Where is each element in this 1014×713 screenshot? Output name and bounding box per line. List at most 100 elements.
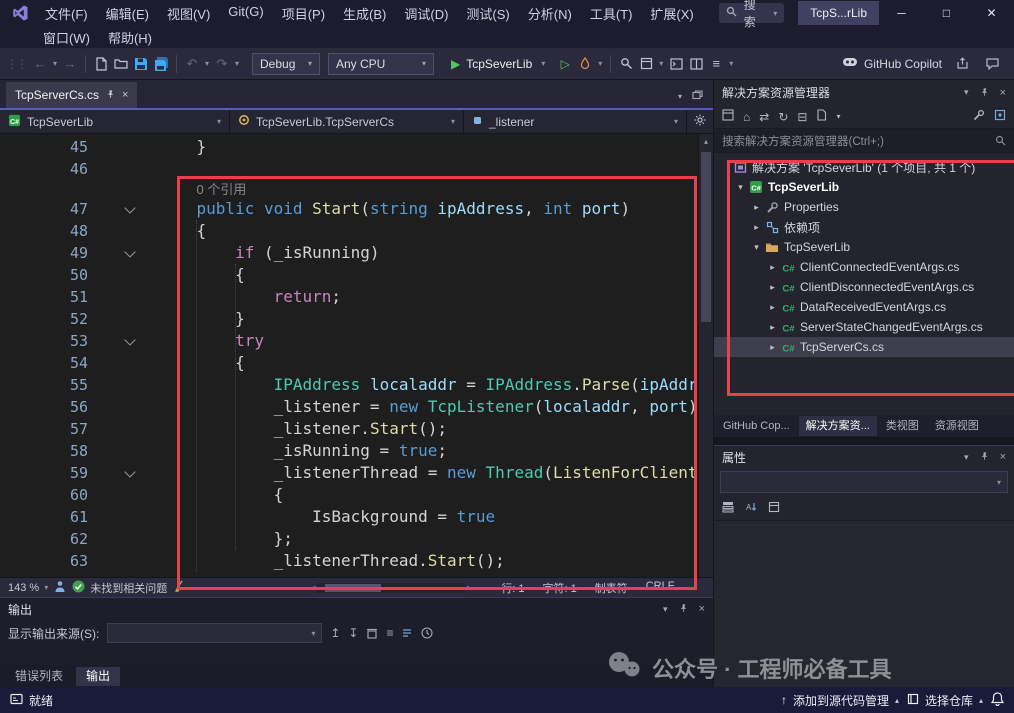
- navigate-forward-icon[interactable]: →: [60, 53, 80, 75]
- code-line[interactable]: 55 IPAddress localaddr = IPAddress.Parse…: [0, 374, 699, 396]
- redo-icon[interactable]: ↷: [212, 53, 232, 75]
- collapse-all-icon[interactable]: ⊟: [797, 110, 807, 124]
- scroll-up-arrow-icon[interactable]: ▴: [699, 134, 713, 148]
- output-source-dropdown[interactable]: ▾: [107, 623, 322, 643]
- menu-item[interactable]: 分析(N): [519, 4, 581, 23]
- panel-splitter[interactable]: [714, 437, 1014, 445]
- switch-views-icon[interactable]: [722, 109, 734, 124]
- code-line[interactable]: 63 _listenerThread.Start();: [0, 550, 699, 572]
- tree-item[interactable]: ▸C#ClientConnectedEventArgs.cs: [714, 257, 1014, 277]
- chevron-collapsed-icon[interactable]: ▸: [750, 202, 763, 213]
- categorized-icon[interactable]: [722, 501, 734, 516]
- maximize-button[interactable]: □: [924, 0, 969, 26]
- code-cleanup-broom-icon[interactable]: [173, 580, 185, 596]
- menu-item[interactable]: 窗口(W): [34, 28, 99, 47]
- solution-explorer-icon[interactable]: [636, 53, 656, 75]
- chevron-collapsed-icon[interactable]: ▸: [766, 322, 779, 333]
- chevron-down-icon[interactable]: ▾: [50, 59, 60, 68]
- chevron-down-icon[interactable]: ▾: [595, 59, 605, 68]
- home-icon[interactable]: ⌂: [743, 110, 750, 124]
- tree-item[interactable]: ▸依赖项: [714, 217, 1014, 237]
- fold-chevron-icon[interactable]: [124, 202, 135, 213]
- pin-icon[interactable]: [679, 603, 688, 615]
- live-share-icon[interactable]: [54, 580, 66, 596]
- code-line[interactable]: 48 {: [0, 220, 699, 242]
- scroll-right-arrow-icon[interactable]: ▸: [467, 583, 471, 592]
- chevron-down-icon[interactable]: ▾: [836, 112, 840, 121]
- tree-item[interactable]: ▸C#ClientDisconnectedEventArgs.cs: [714, 277, 1014, 297]
- navigate-back-icon[interactable]: ←: [30, 53, 50, 75]
- notifications-bell-icon[interactable]: [991, 692, 1004, 709]
- pin-icon[interactable]: [106, 88, 115, 102]
- tool-window-tab[interactable]: GitHub Cop...: [716, 416, 797, 436]
- code-line[interactable]: 47 public void Start(string ipAddress, i…: [0, 198, 699, 220]
- github-copilot-button[interactable]: GitHub Copilot: [842, 55, 942, 72]
- zoom-dropdown[interactable]: 143 % ▾: [8, 582, 48, 594]
- tool-window-tab[interactable]: 资源视图: [928, 416, 986, 436]
- tree-item[interactable]: 解决方案 'TcpSeverLib' (1 个项目, 共 1 个): [714, 157, 1014, 177]
- sort-alphabetical-icon[interactable]: A: [745, 501, 757, 516]
- tree-item[interactable]: ▸C#ServerStateChangedEventArgs.cs: [714, 317, 1014, 337]
- split-window-icon[interactable]: [686, 53, 706, 75]
- chevron-collapsed-icon[interactable]: ▸: [766, 342, 779, 353]
- code-editor[interactable]: 45 }46 0 个引用47 public void Start(string …: [0, 134, 713, 577]
- menu-item[interactable]: 生成(B): [334, 4, 395, 23]
- chevron-down-icon[interactable]: ▾: [773, 9, 777, 18]
- document-list-chevron-icon[interactable]: ▾: [678, 92, 682, 101]
- code-line[interactable]: 56 _listener = new TcpListener(localaddr…: [0, 396, 699, 418]
- fold-margin[interactable]: [100, 462, 158, 484]
- code-line[interactable]: 50 {: [0, 264, 699, 286]
- tree-item[interactable]: ▾TcpSeverLib: [714, 237, 1014, 257]
- project-dropdown[interactable]: C# TcpSeverLib ▾: [0, 110, 230, 133]
- code-line[interactable]: 54 {: [0, 352, 699, 374]
- chevron-expanded-icon[interactable]: ▾: [750, 242, 763, 253]
- refresh-icon[interactable]: ↻: [778, 110, 788, 124]
- bottom-panel-tab[interactable]: 错误列表: [5, 667, 73, 686]
- solution-explorer-header[interactable]: 解决方案资源管理器 ▾ ×: [714, 80, 1014, 105]
- menu-item[interactable]: 测试(S): [457, 4, 518, 23]
- clear-all-icon[interactable]: [366, 627, 378, 639]
- codelens-row[interactable]: 0 个引用: [0, 180, 699, 198]
- chevron-down-icon[interactable]: ▾: [656, 59, 666, 68]
- add-to-source-control-button[interactable]: ↑ 添加到源代码管理 ▴: [781, 692, 899, 709]
- code-line[interactable]: 49 if (_isRunning): [0, 242, 699, 264]
- word-wrap-icon[interactable]: ≡: [386, 626, 393, 640]
- close-panel-icon[interactable]: ×: [1000, 87, 1006, 99]
- chevron-down-icon[interactable]: ▾: [964, 452, 969, 463]
- minimize-button[interactable]: ─: [879, 0, 924, 26]
- tabs-indicator[interactable]: 制表符: [595, 580, 628, 596]
- word-wrap-icon[interactable]: ≡: [706, 53, 726, 75]
- close-panel-icon[interactable]: ×: [699, 603, 705, 615]
- menu-item[interactable]: 项目(P): [273, 4, 334, 23]
- save-icon[interactable]: [131, 53, 151, 75]
- hot-reload-icon[interactable]: [575, 53, 595, 75]
- code-line[interactable]: 58 _isRunning = true;: [0, 440, 699, 462]
- sync-with-active-document-icon[interactable]: ⇄: [759, 110, 769, 124]
- command-window-icon[interactable]: [666, 53, 686, 75]
- code-line[interactable]: 45 }: [0, 136, 699, 158]
- member-dropdown[interactable]: _listener ▾: [464, 110, 687, 133]
- document-tab[interactable]: TcpServerCs.cs ×: [6, 82, 137, 108]
- chevron-down-icon[interactable]: ▾: [202, 59, 212, 68]
- menu-item[interactable]: 编辑(E): [97, 4, 158, 23]
- code-line[interactable]: 53 try: [0, 330, 699, 352]
- fold-margin[interactable]: [100, 330, 158, 352]
- scrollbar-thumb[interactable]: [701, 152, 711, 322]
- fold-chevron-icon[interactable]: [124, 334, 135, 345]
- chevron-expanded-icon[interactable]: ▾: [734, 182, 747, 193]
- fold-chevron-icon[interactable]: [124, 466, 135, 477]
- horizontal-scrollbar[interactable]: ◂ ▸: [311, 582, 471, 594]
- vertical-scrollbar[interactable]: ▴: [698, 134, 713, 577]
- code-line[interactable]: 51 return;: [0, 286, 699, 308]
- feedback-icon[interactable]: [982, 53, 1002, 75]
- property-pages-icon[interactable]: [768, 501, 780, 516]
- code-line[interactable]: 61 IsBackground = true: [0, 506, 699, 528]
- scrollbar-thumb[interactable]: [325, 584, 381, 592]
- code-line[interactable]: 62 };: [0, 528, 699, 550]
- code-line[interactable]: 46: [0, 158, 699, 180]
- timestamp-clock-icon[interactable]: [421, 627, 433, 639]
- tool-window-tab[interactable]: 解决方案资...: [799, 416, 877, 436]
- menu-item[interactable]: 调试(D): [395, 4, 457, 23]
- menu-item[interactable]: 文件(F): [36, 4, 97, 23]
- preview-icon[interactable]: [994, 109, 1006, 124]
